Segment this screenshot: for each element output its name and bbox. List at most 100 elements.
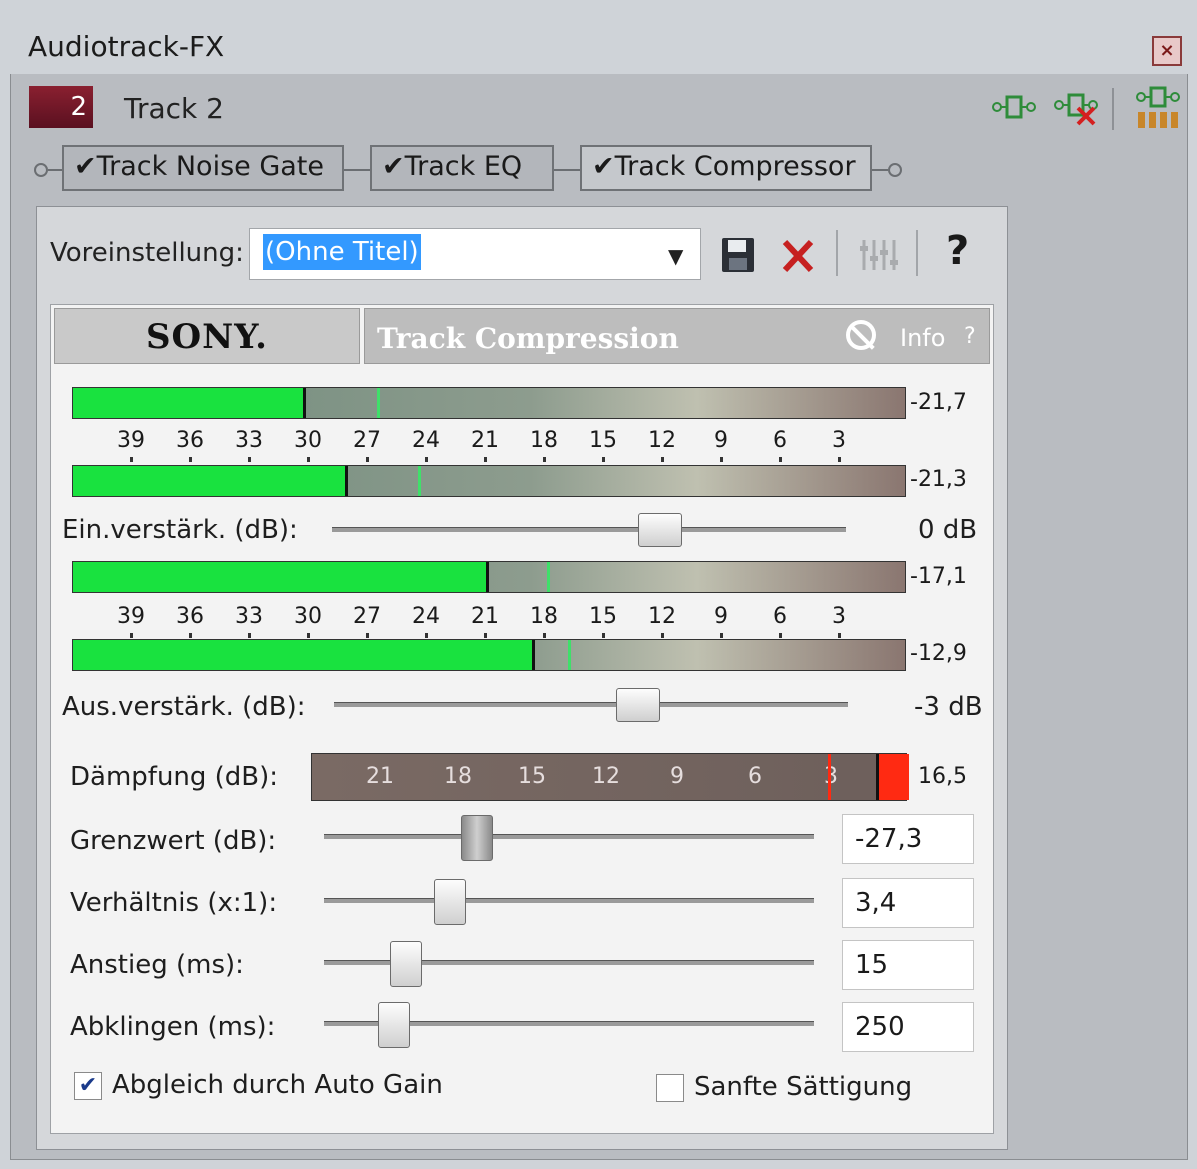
- toolbar-separator: [916, 230, 918, 276]
- meter-scale-tick: 33: [235, 604, 263, 629]
- chevron-down-icon[interactable]: ▼: [668, 244, 683, 268]
- preset-value[interactable]: (Ohne Titel): [263, 234, 421, 270]
- tab-track-noise-gate[interactable]: ✔Track Noise Gate: [62, 145, 344, 191]
- meter-scale-mark: [366, 457, 369, 462]
- meter-scale-mark: [661, 457, 664, 462]
- peak-marker: [568, 640, 572, 670]
- output-meter-left: [72, 561, 906, 593]
- meter-scale-tick: 18: [530, 604, 558, 629]
- help-icon[interactable]: ?: [946, 228, 969, 274]
- plugin-enabled-check[interactable]: ✔: [382, 151, 405, 182]
- plugin-enabled-check[interactable]: ✔: [74, 151, 97, 182]
- input-meter-left-value: -21,7: [910, 390, 967, 415]
- output-meter-left-value: -17,1: [910, 564, 967, 589]
- meter-scale-mark: [661, 633, 664, 638]
- window-title: Audiotrack-FX: [28, 30, 225, 63]
- output-gain-value: -3 dB: [914, 692, 983, 722]
- release-slider[interactable]: [324, 1002, 814, 1048]
- meter-scale-tick: 21: [471, 604, 499, 629]
- meter-scale-tick: 39: [117, 428, 145, 453]
- attenuation-tick: 12: [592, 764, 620, 789]
- input-meter-scale: 39 36 33 30 27 24 21 18 15 12 9 6 3: [72, 420, 906, 464]
- track-number-badge[interactable]: 2: [29, 86, 93, 128]
- bypass-icon[interactable]: [846, 320, 876, 350]
- preset-label: Voreinstellung:: [50, 238, 244, 268]
- meter-scale-mark: [602, 633, 605, 638]
- chain-line: [872, 169, 888, 171]
- meter-scale-tick: 3: [832, 428, 846, 453]
- attenuation-tick: 18: [444, 764, 472, 789]
- meter-scale-tick: 30: [294, 604, 322, 629]
- meter-scale-tick: 24: [412, 428, 440, 453]
- meter-scale-mark: [779, 457, 782, 462]
- plugin-tab-label: Track Noise Gate: [96, 151, 325, 182]
- remove-plugin-icon[interactable]: [1054, 92, 1100, 132]
- chain-start-node: [34, 163, 48, 177]
- close-icon[interactable]: ×: [1152, 36, 1182, 66]
- attack-label: Anstieg (ms):: [70, 950, 244, 980]
- track-name: Track 2: [124, 92, 224, 125]
- ratio-slider[interactable]: [324, 879, 814, 925]
- threshold-input[interactable]: -27,3: [842, 814, 974, 864]
- input-gain-thumb[interactable]: [638, 513, 682, 547]
- input-gain-slider[interactable]: [332, 513, 846, 547]
- meter-scale-mark: [543, 633, 546, 638]
- toolbar-separator: [836, 230, 838, 276]
- attenuation-tick: 9: [670, 764, 684, 789]
- toolbar-separator: [1112, 88, 1114, 130]
- chain-line: [344, 169, 370, 171]
- peak-marker: [547, 562, 551, 592]
- ratio-thumb[interactable]: [434, 879, 466, 925]
- meter-scale-tick: 30: [294, 428, 322, 453]
- threshold-slider[interactable]: [324, 815, 814, 861]
- ratio-label: Verhältnis (x:1):: [70, 888, 278, 918]
- output-gain-slider[interactable]: [334, 688, 848, 722]
- output-meter-right-value: -12,9: [910, 641, 967, 666]
- meter-fill: [73, 388, 306, 418]
- mixer-icon[interactable]: [858, 236, 902, 278]
- release-thumb[interactable]: [378, 1002, 410, 1048]
- meter-scale-mark: [720, 633, 723, 638]
- meter-scale-tick: 18: [530, 428, 558, 453]
- plugin-enabled-check[interactable]: ✔: [592, 151, 615, 182]
- meter-scale-tick: 12: [648, 604, 676, 629]
- attenuation-peak-marker: [828, 754, 831, 800]
- meter-scale-tick: 21: [471, 428, 499, 453]
- auto-gain-checkbox[interactable]: ✔: [74, 1072, 102, 1100]
- meter-scale-mark: [130, 457, 133, 462]
- delete-icon[interactable]: [780, 236, 816, 278]
- meter-scale-mark: [602, 457, 605, 462]
- meter-scale-mark: [189, 633, 192, 638]
- release-label: Abklingen (ms):: [70, 1012, 276, 1042]
- release-input[interactable]: 250: [842, 1002, 974, 1052]
- attenuation-value: 16,5: [918, 764, 967, 789]
- plugin-chooser-icon[interactable]: [1136, 86, 1180, 136]
- save-icon[interactable]: [720, 236, 756, 278]
- input-meter-right: [72, 465, 906, 497]
- meter-scale-mark: [484, 633, 487, 638]
- info-button[interactable]: Info: [900, 324, 945, 352]
- attenuation-tick: 15: [518, 764, 546, 789]
- attack-slider[interactable]: [324, 941, 814, 987]
- tab-track-eq[interactable]: ✔Track EQ: [370, 145, 554, 191]
- meter-scale-mark: [543, 457, 546, 462]
- ratio-input[interactable]: 3,4: [842, 878, 974, 928]
- meter-scale-tick: 36: [176, 604, 204, 629]
- attenuation-tick: 6: [748, 764, 762, 789]
- plugin-title: Track Compression: [377, 322, 679, 355]
- output-gain-thumb[interactable]: [616, 688, 660, 722]
- plugin-help-button[interactable]: ?: [964, 324, 976, 349]
- plugin-chain-icon[interactable]: [992, 94, 1036, 126]
- attenuation-meter: 21 18 15 12 9 6 3: [311, 753, 909, 801]
- tab-track-compressor[interactable]: ✔Track Compressor: [580, 145, 872, 191]
- plugin-tab-label: Track Compressor: [614, 151, 856, 182]
- meter-scale-mark: [189, 457, 192, 462]
- threshold-thumb[interactable]: [461, 815, 493, 861]
- soft-saturation-checkbox[interactable]: [656, 1074, 684, 1102]
- meter-scale-tick: 6: [773, 428, 787, 453]
- meter-scale-mark: [838, 457, 841, 462]
- meter-scale-mark: [425, 457, 428, 462]
- attack-thumb[interactable]: [390, 941, 422, 987]
- meter-scale-tick: 27: [353, 428, 381, 453]
- attack-input[interactable]: 15: [842, 940, 974, 990]
